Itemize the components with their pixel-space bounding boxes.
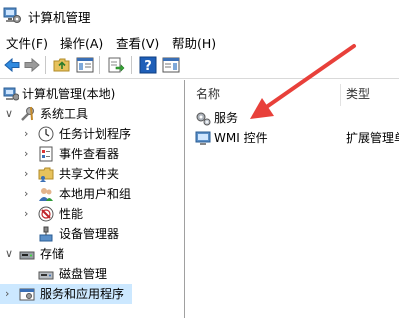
arrow-shaft: [263, 44, 356, 110]
arrow-head: [250, 98, 274, 119]
annotation-arrow: [250, 44, 356, 119]
